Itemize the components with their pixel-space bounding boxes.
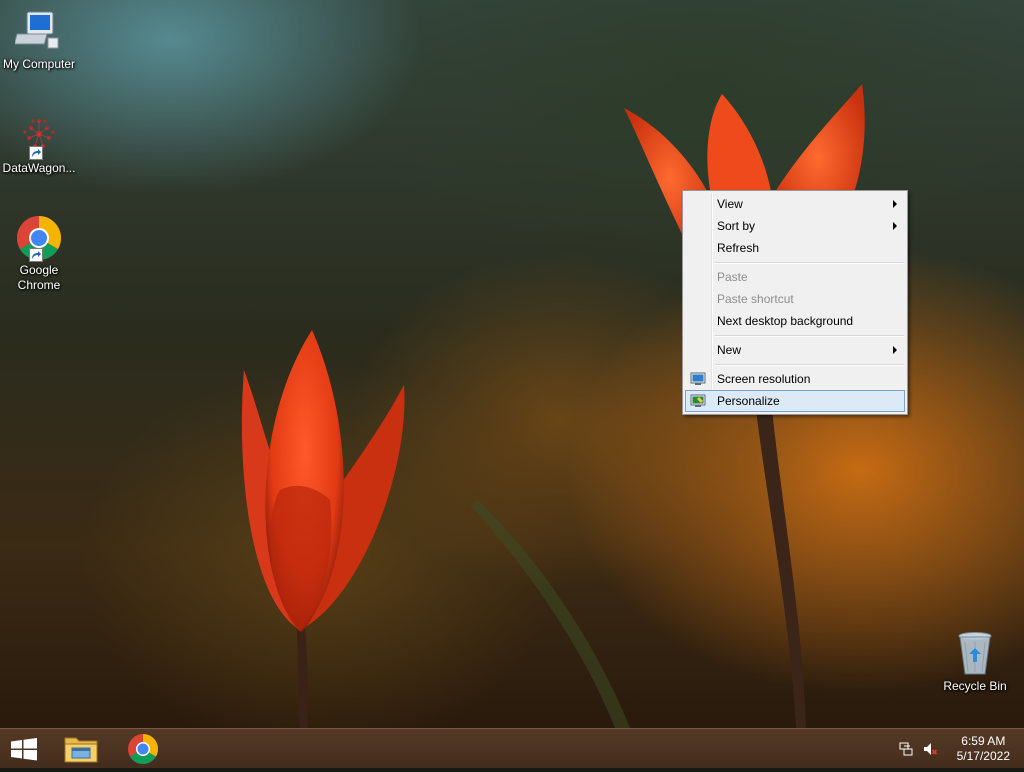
menu-separator	[715, 335, 904, 337]
menu-item-label: Screen resolution	[717, 372, 811, 386]
menu-item-new[interactable]: New	[685, 339, 905, 361]
submenu-arrow-icon	[893, 222, 897, 230]
menu-item-label: Paste shortcut	[717, 292, 794, 306]
datawagon-icon	[15, 112, 63, 160]
desktop-icon-label: My Computer	[2, 57, 76, 71]
menu-item-sort-by[interactable]: Sort by	[685, 215, 905, 237]
recycle-bin-icon	[951, 630, 999, 678]
menu-item-paste-shortcut[interactable]: Paste shortcut	[685, 288, 905, 310]
clock-time: 6:59 AM	[961, 734, 1006, 748]
shortcut-arrow-icon	[29, 248, 43, 262]
computer-icon	[13, 8, 63, 56]
desktop-icon-label: Recycle Bin	[943, 679, 1007, 693]
menu-item-personalize[interactable]: Personalize	[685, 390, 905, 412]
menu-item-label: View	[717, 197, 743, 211]
menu-item-refresh[interactable]: Refresh	[685, 237, 905, 259]
menu-item-paste[interactable]: Paste	[685, 266, 905, 288]
menu-separator	[715, 262, 904, 264]
desktop-icon-label: DataWagon...	[2, 161, 76, 175]
taskbar-chrome[interactable]	[117, 731, 169, 767]
network-icon[interactable]	[898, 741, 914, 757]
clock-date: 5/17/2022	[956, 749, 1010, 763]
start-button[interactable]	[0, 731, 48, 767]
menu-item-view[interactable]: View	[685, 193, 905, 215]
desktop-icon-recycle-bin[interactable]: Recycle Bin	[937, 630, 1013, 694]
shortcut-arrow-icon	[29, 146, 43, 160]
menu-item-label: Personalize	[717, 394, 780, 408]
desktop-context-menu: View Sort by Refresh Paste Paste shortcu…	[682, 190, 908, 415]
menu-item-label: Refresh	[717, 241, 760, 255]
system-clock[interactable]: 6:59 AM 5/17/2022	[957, 734, 1010, 764]
menu-item-label: Next desktop background	[717, 314, 854, 328]
menu-item-label: Paste	[717, 270, 748, 284]
desktop-icon-my-computer[interactable]: My Computer	[1, 8, 77, 72]
submenu-arrow-icon	[893, 200, 897, 208]
taskbar-file-explorer[interactable]	[55, 731, 107, 767]
submenu-arrow-icon	[893, 346, 897, 354]
personalize-icon	[690, 393, 706, 409]
desktop-icon-datawagon[interactable]: DataWagon...	[1, 112, 77, 176]
desktop-icon-label: Google Chrome	[17, 263, 61, 292]
chrome-icon	[15, 214, 63, 262]
menu-separator	[715, 364, 904, 366]
menu-item-label: New	[717, 343, 742, 357]
desktop-icon-google-chrome[interactable]: Google Chrome	[1, 214, 77, 293]
taskbar: 6:59 AM 5/17/2022	[0, 728, 1024, 768]
windows-logo-icon	[11, 738, 37, 761]
folder-icon	[64, 737, 98, 763]
menu-item-screen-resolution[interactable]: Screen resolution	[685, 368, 905, 390]
chrome-icon	[128, 734, 158, 764]
menu-item-next-desktop-background[interactable]: Next desktop background	[685, 310, 905, 332]
monitor-icon	[690, 371, 706, 387]
volume-muted-icon[interactable]	[922, 741, 938, 757]
menu-item-label: Sort by	[717, 219, 756, 233]
